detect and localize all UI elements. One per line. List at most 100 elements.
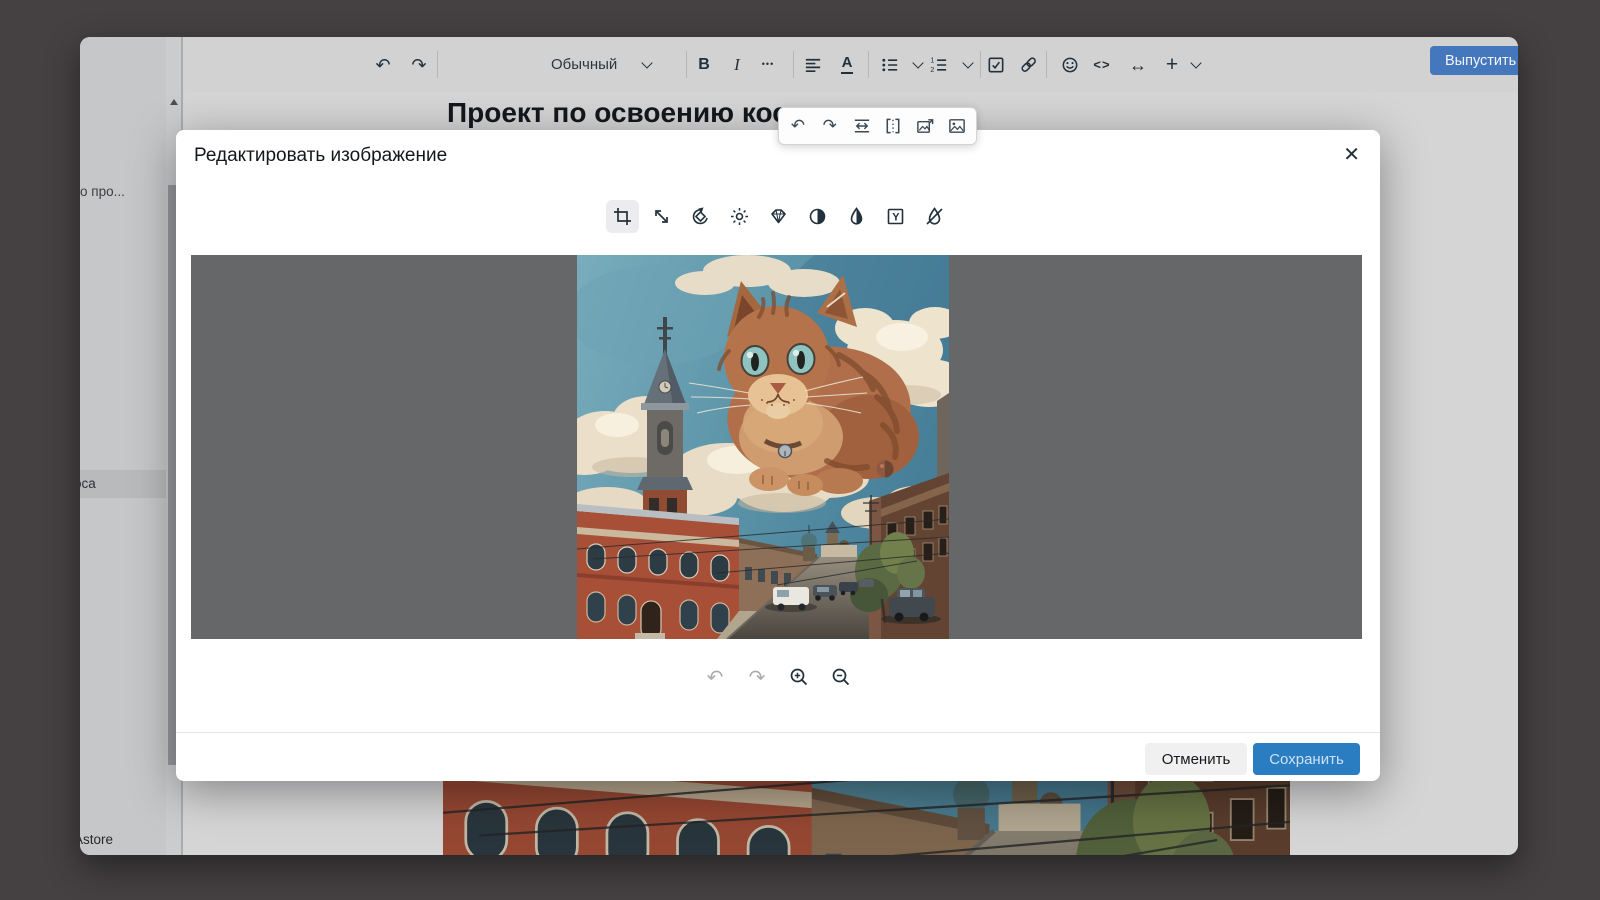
image-dim-overlay xyxy=(443,775,1290,855)
save-button[interactable]: Сохранить xyxy=(1253,743,1360,775)
stretch-width-icon xyxy=(852,116,872,136)
dialog-title: Редактировать изображение xyxy=(194,145,447,167)
numbered-list-button[interactable]: 1 2 xyxy=(926,51,952,78)
horizontal-rule-button[interactable]: ↔ xyxy=(1125,51,1151,78)
close-button[interactable]: ✕ xyxy=(1343,142,1360,167)
droplet-icon xyxy=(846,206,867,227)
svg-text:1: 1 xyxy=(930,56,934,64)
toolbar-separator xyxy=(437,51,438,78)
checklist-button[interactable] xyxy=(983,51,1009,78)
brightness-icon xyxy=(729,206,750,227)
edited-image[interactable] xyxy=(577,255,949,639)
desktop: то про... оса Astore ↶ ↷ Обычный B I ••• xyxy=(0,0,1600,900)
insert-block-options-button[interactable] xyxy=(1183,51,1209,78)
image-width-button[interactable] xyxy=(849,113,875,139)
image-edit-dialog: Редактировать изображение ✕ xyxy=(176,130,1380,781)
image-settings-button[interactable] xyxy=(944,113,970,139)
zoom-out-icon xyxy=(830,666,852,688)
sidebar: то про... оса Astore xyxy=(80,37,181,855)
rotate-tool-button[interactable] xyxy=(684,200,717,233)
paragraph-style-dropdown[interactable]: Обычный xyxy=(551,51,651,78)
document-embedded-image[interactable] xyxy=(443,775,1290,855)
more-formatting-button[interactable]: ••• xyxy=(755,51,781,78)
link-button[interactable] xyxy=(1015,51,1041,78)
edit-canvas[interactable] xyxy=(191,255,1362,639)
toolbar-separator xyxy=(686,51,687,78)
enhance-tool-button[interactable] xyxy=(762,200,795,233)
edit-undo-button[interactable]: ↶ xyxy=(702,664,728,690)
emoji-button[interactable] xyxy=(1057,51,1083,78)
svg-text:2: 2 xyxy=(930,66,934,74)
code-button[interactable]: <> xyxy=(1089,51,1115,78)
chevron-down-icon xyxy=(1190,57,1201,68)
contrast-tool-button[interactable] xyxy=(801,200,834,233)
undo-icon: ↶ xyxy=(791,116,805,136)
insert-block-button[interactable]: + xyxy=(1159,51,1185,78)
bullet-list-button[interactable] xyxy=(877,51,903,78)
image-replace-icon xyxy=(915,116,935,136)
sidebar-item-selected-label: оса xyxy=(80,476,96,491)
toolbar-separator xyxy=(980,51,981,78)
saturation-tool-button[interactable] xyxy=(840,200,873,233)
zoom-in-button[interactable] xyxy=(786,664,812,690)
image-columns-button[interactable] xyxy=(880,113,906,139)
image-replace-button[interactable] xyxy=(912,113,938,139)
cancel-button[interactable]: Отменить xyxy=(1145,743,1247,775)
sidebar-item-selected[interactable]: оса xyxy=(80,470,168,498)
svg-text:Y: Y xyxy=(892,212,900,224)
toolbar-separator xyxy=(868,51,869,78)
chevron-down-icon xyxy=(912,57,923,68)
redo-icon: ↷ xyxy=(823,116,837,136)
image-undo-button[interactable]: ↶ xyxy=(785,113,811,139)
crop-tool-button[interactable] xyxy=(606,200,639,233)
undo-icon: ↶ xyxy=(375,56,390,74)
text-color-button[interactable]: A xyxy=(834,51,860,78)
image-block-toolbar: ↶ ↷ xyxy=(778,107,977,145)
edit-redo-button[interactable]: ↷ xyxy=(744,664,770,690)
image-icon xyxy=(947,116,967,136)
gem-icon xyxy=(768,206,789,227)
redo-button[interactable]: ↷ xyxy=(406,51,432,78)
numbered-list-options-button[interactable] xyxy=(955,51,981,78)
bold-button[interactable]: B xyxy=(691,51,717,78)
publish-button[interactable]: Выпустить xyxy=(1430,46,1518,75)
undo-button[interactable]: ↶ xyxy=(370,51,396,78)
editor-toolbar: ↶ ↷ Обычный B I ••• A xyxy=(183,37,1518,92)
toolbar-separator xyxy=(793,51,794,78)
cat-over-city-image xyxy=(577,255,949,639)
italic-button[interactable]: I xyxy=(724,51,750,78)
rotate-icon xyxy=(690,206,711,227)
droplet-slash-icon xyxy=(924,206,945,227)
text-color-icon: A xyxy=(841,55,854,74)
undo-icon: ↶ xyxy=(707,665,724,690)
document-heading[interactable]: Проект по освоению кос xyxy=(447,97,788,129)
levels-tool-button[interactable]: Y xyxy=(879,200,912,233)
levels-icon: Y xyxy=(885,206,906,227)
numbered-list-icon: 1 2 xyxy=(929,55,949,75)
link-icon xyxy=(1018,54,1039,75)
columns-icon xyxy=(883,116,903,136)
chevron-down-icon xyxy=(642,57,653,68)
paragraph-style-label: Обычный xyxy=(551,56,617,73)
footer-divider xyxy=(176,732,1380,733)
contrast-icon xyxy=(807,206,828,227)
canvas-controls: ↶ ↷ xyxy=(176,660,1380,694)
bullet-list-icon xyxy=(880,55,900,75)
crop-icon xyxy=(612,206,633,227)
resize-tool-button[interactable] xyxy=(645,200,678,233)
zoom-out-button[interactable] xyxy=(828,664,854,690)
scroll-up-arrow-icon[interactable] xyxy=(170,99,178,105)
toolbar-separator xyxy=(1046,51,1047,78)
zoom-in-icon xyxy=(788,666,810,688)
redo-icon: ↷ xyxy=(411,56,426,74)
checkbox-icon xyxy=(986,55,1006,75)
align-button[interactable] xyxy=(800,51,826,78)
image-redo-button[interactable]: ↷ xyxy=(817,113,843,139)
brightness-tool-button[interactable] xyxy=(723,200,756,233)
align-left-icon xyxy=(803,55,823,75)
redo-icon: ↷ xyxy=(749,665,766,690)
chevron-down-icon xyxy=(962,57,973,68)
resize-diagonal-icon xyxy=(651,206,672,227)
remove-color-tool-button[interactable] xyxy=(918,200,951,233)
edit-tools-toolbar: Y xyxy=(176,200,1380,234)
